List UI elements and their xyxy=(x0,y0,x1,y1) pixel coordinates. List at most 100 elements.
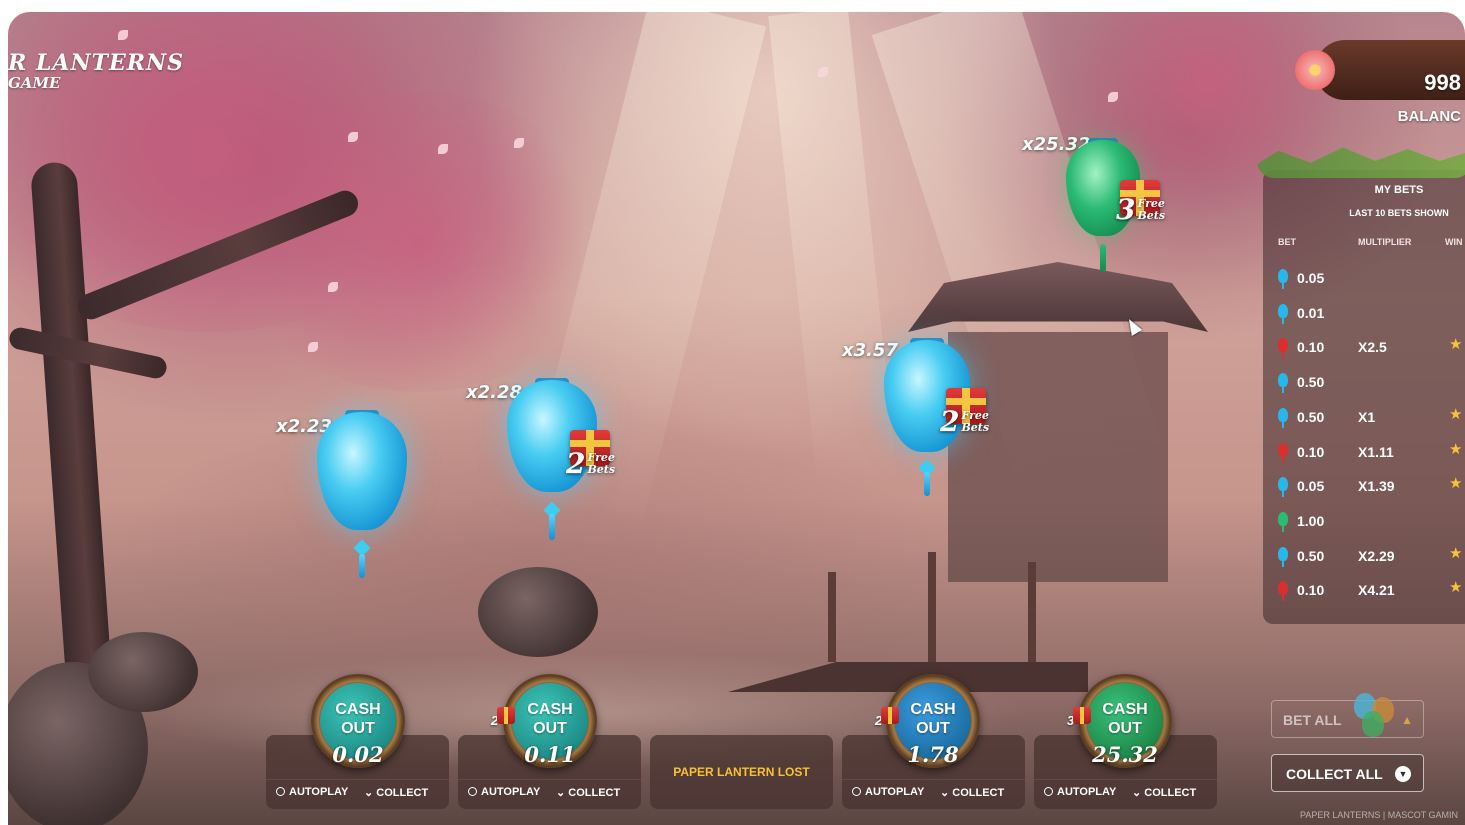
cash-out-button[interactable]: CASH OUT 25.32 xyxy=(1078,674,1172,768)
cash-out-amount: 25.32 xyxy=(1092,742,1158,767)
free-bets-badge: 2 Free Bets xyxy=(566,450,623,478)
bet-history-row: 0.05 X1.39 ★ xyxy=(1263,470,1465,504)
lantern-pin-icon xyxy=(1278,581,1288,602)
lantern-pin-icon xyxy=(1278,511,1288,532)
petal xyxy=(514,138,524,148)
collect-label: COLLECT xyxy=(568,787,621,799)
chevron-down-icon: ▼ xyxy=(1395,766,1411,782)
bridge xyxy=(728,552,1088,692)
gift-icon xyxy=(497,707,515,724)
autoplay-label: AUTOPLAY xyxy=(1057,786,1117,798)
cash-out-label: CASH OUT xyxy=(335,701,381,737)
autoplay-toggle[interactable]: AUTOPLAY xyxy=(276,786,348,798)
my-bets-panel: MY BETS LAST 10 BETS SHOWN BET MULTIPLIE… xyxy=(1257,147,1465,624)
rock xyxy=(478,567,598,657)
bet-multiplier: X1.11 xyxy=(1358,443,1394,460)
collect-label: COLLECT xyxy=(1144,787,1197,799)
gift-icon xyxy=(881,707,899,724)
petal xyxy=(118,30,128,40)
cash-out-button[interactable]: CASH OUT 0.11 xyxy=(503,674,597,768)
autoplay-label: AUTOPLAY xyxy=(289,786,349,798)
chevron-down-icon: ⌄ xyxy=(1132,787,1145,799)
collect-all-button[interactable]: COLLECT ALL ▼ xyxy=(1271,754,1424,792)
my-bets-title: MY BETS xyxy=(1374,184,1424,196)
lantern-pin-icon xyxy=(1278,442,1288,463)
game-scene: R LANTERNS GAME xyxy=(8,12,1465,825)
bet-slot-3: PAPER LANTERN LOST xyxy=(650,735,833,809)
cash-out-amount: 1.78 xyxy=(907,742,959,767)
bet-history-row: 0.05 xyxy=(1263,262,1465,296)
lantern-pin-icon xyxy=(1278,338,1288,359)
free-bets-label: Free Bets xyxy=(587,451,616,476)
free-bets-label: Free Bets xyxy=(1137,197,1166,222)
star-icon: ★ xyxy=(1449,544,1463,562)
arrow-up-icon: ▲ xyxy=(1401,713,1413,727)
column-header-win: WIN xyxy=(1445,237,1463,247)
lantern-pin-icon xyxy=(1278,546,1288,567)
petal xyxy=(308,342,318,352)
cash-out-label: CASH OUT xyxy=(1102,701,1148,737)
bet-amount: 0.10 xyxy=(1297,339,1325,356)
bet-all-button[interactable]: BET ALL ▲ xyxy=(1271,693,1424,738)
lantern-pin-icon xyxy=(1278,303,1288,324)
bet-multiplier: X1.39 xyxy=(1358,478,1395,495)
bet-amount: 0.10 xyxy=(1297,582,1325,599)
bet-amount: 0.05 xyxy=(1297,270,1325,286)
lantern-pin-icon xyxy=(1278,407,1288,428)
collect-label: COLLECT xyxy=(952,787,1005,799)
free-bets-count: 2 xyxy=(566,447,586,480)
my-bets-subtitle: LAST 10 BETS SHOWN xyxy=(1349,208,1449,218)
collect-label: COLLECT xyxy=(376,787,429,799)
collect-dropdown[interactable]: ⌄ COLLECT xyxy=(1132,786,1196,799)
chevron-down-icon: ⌄ xyxy=(364,787,377,799)
bet-history-row: 0.10 X1.11 ★ xyxy=(1263,436,1465,470)
logo-title: R LANTERNS xyxy=(8,50,185,76)
free-bets-label: Free Bets xyxy=(961,409,990,434)
chevron-down-icon: ⌄ xyxy=(940,787,953,799)
column-header-bet: BET xyxy=(1278,237,1296,247)
autoplay-toggle[interactable]: AUTOPLAY xyxy=(852,786,924,798)
column-header-multiplier: MULTIPLIER xyxy=(1358,237,1412,247)
footer-credit: PAPER LANTERNS | MASCOT GAMIN xyxy=(1300,810,1459,820)
star-icon: ★ xyxy=(1449,440,1463,458)
radio-icon xyxy=(276,787,285,796)
petal xyxy=(438,144,448,154)
cash-out-amount: 0.11 xyxy=(524,742,576,767)
bet-amount: 0.05 xyxy=(1297,478,1325,495)
cash-out-label: CASH OUT xyxy=(910,701,956,737)
collect-dropdown[interactable]: ⌄ COLLECT xyxy=(556,786,620,799)
light-beam xyxy=(768,12,898,494)
cash-out-button[interactable]: CASH OUT 0.02 xyxy=(311,674,405,768)
autoplay-toggle[interactable]: AUTOPLAY xyxy=(1044,786,1116,798)
star-icon: ★ xyxy=(1449,405,1463,423)
radio-icon xyxy=(1044,787,1053,796)
paper-lantern[interactable] xyxy=(317,410,407,582)
lantern-pin-icon xyxy=(1278,373,1288,394)
game-logo: R LANTERNS GAME xyxy=(8,50,184,92)
bet-multiplier: X1 xyxy=(1358,408,1376,425)
collect-dropdown[interactable]: ⌄ COLLECT xyxy=(364,786,428,799)
balance-widget: 998 BALANC xyxy=(1295,40,1465,140)
balance-label: BALANC xyxy=(1397,108,1461,125)
bet-amount: 0.50 xyxy=(1297,547,1325,564)
bet-amount: 0.01 xyxy=(1297,304,1325,321)
chevron-down-icon: ⌄ xyxy=(556,787,569,799)
autoplay-toggle[interactable]: AUTOPLAY xyxy=(468,786,540,798)
cherry-blossom-canopy xyxy=(228,92,608,392)
free-bets-count: 3 xyxy=(1116,193,1136,226)
petal xyxy=(1108,92,1118,102)
cash-out-label: CASH OUT xyxy=(527,701,573,737)
bet-history-row: 0.50 X1 ★ xyxy=(1263,401,1465,435)
bet-history-row: 0.50 X2.29 ★ xyxy=(1263,540,1465,574)
logo-subtitle: GAME xyxy=(8,74,61,92)
collect-dropdown[interactable]: ⌄ COLLECT xyxy=(940,786,1004,799)
petal xyxy=(818,67,828,77)
cash-out-amount: 0.02 xyxy=(332,742,384,767)
free-bets-badge: 3 Free Bets xyxy=(1116,196,1171,224)
free-bets-count: 2 xyxy=(940,405,960,438)
bet-all-label: BET ALL xyxy=(1283,712,1342,728)
gift-icon xyxy=(1073,707,1091,724)
bet-amount: 0.50 xyxy=(1297,408,1325,425)
petal xyxy=(348,132,358,142)
cash-out-button[interactable]: CASH OUT 1.78 xyxy=(886,674,980,768)
